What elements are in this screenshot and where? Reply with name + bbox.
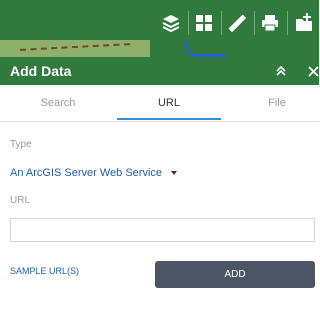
url-input[interactable]: [10, 218, 315, 242]
close-icon[interactable]: [305, 63, 320, 79]
active-tab-indicator: [117, 118, 221, 120]
tab-url[interactable]: URL: [116, 85, 222, 121]
tab-search[interactable]: Search: [5, 85, 111, 121]
layers-icon[interactable]: [156, 8, 189, 38]
chevron-down-icon: [171, 171, 178, 175]
panel-header: Add Data: [0, 57, 319, 85]
basemap-gallery-icon[interactable]: [189, 8, 222, 38]
sample-urls-link[interactable]: SAMPLE URL(S): [10, 266, 79, 276]
tab-file[interactable]: File: [224, 85, 320, 121]
panel-title: Add Data: [10, 63, 72, 79]
map-road: [19, 43, 131, 52]
map-preview: [0, 40, 150, 57]
type-label: Type: [10, 139, 32, 150]
measure-icon[interactable]: [222, 8, 255, 38]
type-dropdown[interactable]: An ArcGIS Server Web Service: [10, 166, 178, 180]
tab-bar: Search URL File: [0, 85, 319, 122]
map-feature: [186, 40, 226, 57]
print-icon[interactable]: [255, 8, 288, 38]
url-label: URL: [10, 195, 31, 206]
add-button[interactable]: ADD: [155, 261, 315, 288]
top-toolbar: [0, 0, 319, 57]
type-value: An ArcGIS Server Web Service: [10, 167, 163, 179]
add-data-icon[interactable]: [289, 8, 319, 38]
double-chevron-up-icon[interactable]: [273, 63, 289, 79]
